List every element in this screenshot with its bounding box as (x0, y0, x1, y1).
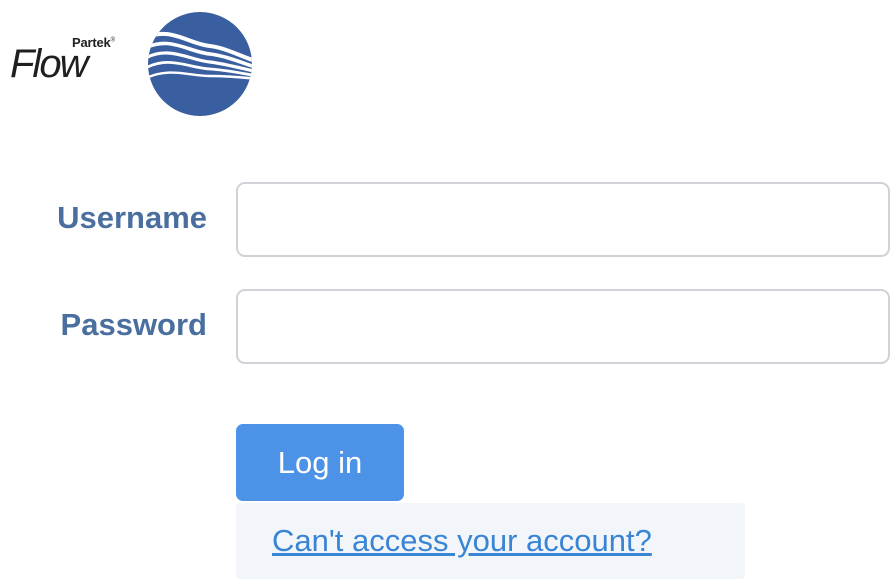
account-help-box: Can't access your account? (236, 503, 745, 579)
cant-access-account-link[interactable]: Can't access your account? (272, 523, 652, 559)
login-button[interactable]: Log in (236, 424, 404, 501)
wave-globe-icon (148, 12, 252, 116)
login-page: Partek® Flow Username Password Log in Ca… (0, 0, 893, 579)
password-label: Password (60, 307, 207, 342)
logo-product-name: Flow (10, 42, 88, 86)
username-input[interactable] (236, 182, 890, 257)
username-label: Username (57, 200, 207, 235)
partek-flow-logo: Partek® Flow (8, 10, 258, 118)
password-input[interactable] (236, 289, 890, 364)
